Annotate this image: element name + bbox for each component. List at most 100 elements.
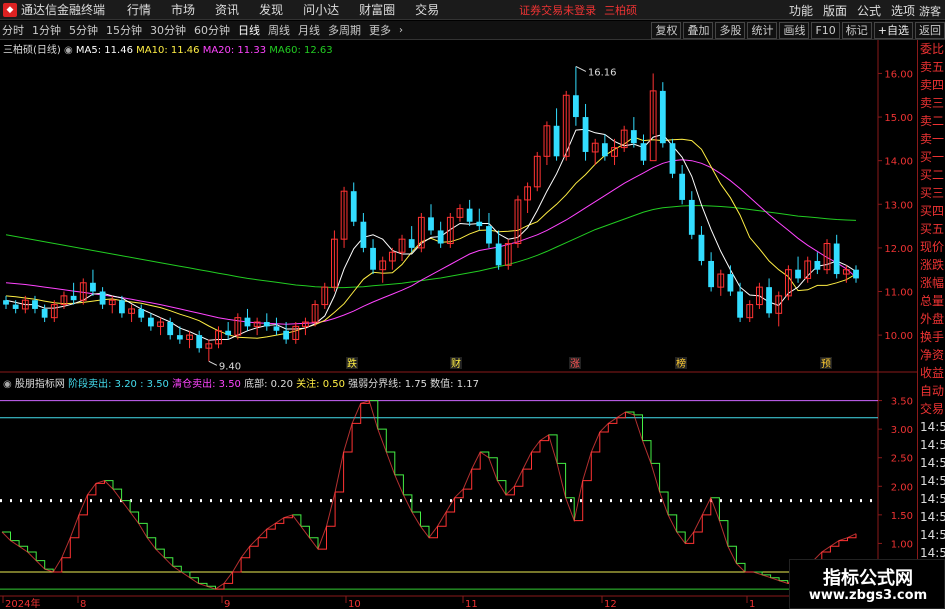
sidebar-item: 卖二 bbox=[920, 114, 945, 128]
candle-body-down bbox=[244, 317, 251, 327]
ma20-label: MA20: 11.33 bbox=[202, 45, 267, 56]
divider-line-label: 强弱分界线: 1.75 bbox=[348, 379, 427, 390]
sidebar-item: 收益 bbox=[920, 366, 945, 380]
sidebar-item: 14:56 bbox=[920, 528, 945, 542]
candle-body-down bbox=[283, 330, 290, 340]
sidebar-item: 买一 bbox=[920, 150, 945, 164]
indicator-legend: ◉ 股朋指标网 阶段卖出: 3.20 : 3.50 清仓卖出: 3.50 底部:… bbox=[3, 375, 479, 390]
candle-body-down bbox=[659, 90, 666, 144]
sidebar-item: 自动 bbox=[920, 384, 945, 398]
sidebar-item: 涨跌 bbox=[920, 258, 945, 272]
indicator-settings-icon[interactable]: ◉ bbox=[3, 379, 12, 390]
price-tick-label: 14.00 bbox=[884, 157, 913, 168]
guest-label[interactable]: 游客 bbox=[919, 3, 941, 19]
candle-body-down bbox=[437, 230, 444, 244]
sidebar-item: 卖一 bbox=[920, 132, 945, 146]
ma10-label: MA10: 11.46 bbox=[136, 45, 200, 56]
watermark: 指标公式网 www.zbgs3.com bbox=[789, 559, 945, 609]
chart-area[interactable]: 10.0011.0012.0013.0014.0015.0016.0016.16… bbox=[0, 0, 917, 609]
sidebar-item: 买三 bbox=[920, 186, 945, 200]
indicator-tick-label: 3.50 bbox=[891, 397, 913, 408]
event-marker-label: 跌 bbox=[347, 357, 357, 370]
candle-body-down bbox=[3, 300, 9, 305]
sidebar-item: 14:56 bbox=[920, 456, 945, 470]
candle-body-down bbox=[486, 226, 492, 244]
indicator-down-steps bbox=[2, 400, 789, 590]
candle-body-down bbox=[708, 260, 715, 288]
candle-body-down bbox=[853, 269, 859, 279]
main-legend: 三柏硕(日线) ◉ MA5: 11.46 MA10: 11.46 MA20: 1… bbox=[3, 41, 333, 56]
candle-body-down bbox=[669, 143, 676, 174]
candle-body-down bbox=[476, 221, 483, 227]
candle-body-down bbox=[90, 282, 96, 292]
watermark-url: www.zbgs3.com bbox=[808, 588, 928, 603]
candle-body-down bbox=[408, 239, 415, 248]
candle-body-down bbox=[176, 335, 183, 340]
time-tick-label: 12 bbox=[604, 599, 617, 609]
candle-body-down bbox=[795, 269, 801, 279]
indicator-tick-label: 2.50 bbox=[891, 454, 913, 465]
candle-body-down bbox=[350, 191, 357, 222]
candle-body-down bbox=[360, 221, 367, 248]
event-marker-label: 榜 bbox=[676, 357, 686, 370]
value-label: 数值: 1.17 bbox=[430, 379, 479, 390]
indicator-line bbox=[1, 399, 857, 590]
time-tick-label: 2024年 bbox=[5, 597, 40, 609]
candle-body-down bbox=[428, 217, 434, 231]
indicator-tick-label: 2.00 bbox=[891, 482, 913, 493]
high-annotation: 16.16 bbox=[588, 67, 617, 78]
sidebar-item: 14:56 bbox=[920, 438, 945, 452]
sidebar-item: 现价 bbox=[920, 240, 945, 254]
quote-sidebar: 委比 卖五 卖四 卖三 卖二 卖一 买一 买二 买三 买四 买五 现价 涨跌 涨幅 总量 外盘 换手 净资 收益 自动… bbox=[917, 40, 945, 609]
indicator-tick-label: 1.00 bbox=[891, 539, 913, 550]
candle-body-down bbox=[688, 199, 695, 235]
sidebar-item: 交易 bbox=[920, 402, 945, 416]
candle-body-down bbox=[572, 95, 579, 118]
indicator-tick-label: 1.50 bbox=[891, 511, 913, 522]
sidebar-item: 卖五 bbox=[920, 60, 945, 74]
candle-body-down bbox=[630, 130, 637, 144]
sidebar-item: 委比 bbox=[920, 42, 945, 56]
price-tick-label: 10.00 bbox=[884, 331, 913, 342]
ma60-label: MA60: 12.63 bbox=[269, 45, 333, 56]
low-annotation: 9.40 bbox=[219, 361, 241, 372]
time-tick-label: 1 bbox=[749, 599, 755, 609]
candle-body-down bbox=[225, 330, 232, 336]
candle-body-down bbox=[32, 300, 38, 309]
watch-label: 关注: 0.50 bbox=[296, 379, 345, 390]
low-pointer bbox=[208, 360, 218, 366]
ma5-label: MA5: 11.46 bbox=[75, 45, 133, 56]
sidebar-item: 14:56 bbox=[920, 492, 945, 506]
sidebar-item: 买五 bbox=[920, 222, 945, 236]
high-pointer bbox=[575, 66, 587, 72]
sidebar-item: 买二 bbox=[920, 168, 945, 182]
candle-body-down bbox=[99, 291, 106, 305]
candle-body-down bbox=[582, 117, 589, 152]
candle-body-down bbox=[814, 260, 821, 270]
candle-body-down bbox=[727, 274, 734, 292]
settings-icon[interactable]: ◉ bbox=[64, 45, 73, 56]
time-tick-label: 9 bbox=[224, 599, 230, 609]
bottom-label: 底部: 0.20 bbox=[244, 379, 293, 390]
sidebar-item: 买四 bbox=[920, 204, 945, 218]
price-tick-label: 16.00 bbox=[884, 69, 913, 80]
candle-body-down bbox=[698, 234, 705, 261]
sidebar-item: 换手 bbox=[920, 330, 945, 344]
sidebar-item: 涨幅 bbox=[920, 276, 945, 290]
candle-body-down bbox=[263, 322, 270, 327]
clear-sell-label: 清仓卖出: 3.50 bbox=[172, 379, 241, 390]
price-tick-label: 15.00 bbox=[884, 113, 913, 124]
sidebar-item: 卖四 bbox=[920, 78, 945, 92]
candle-body-down bbox=[679, 173, 686, 200]
candle-body-down bbox=[766, 287, 772, 314]
time-tick-label: 8 bbox=[80, 599, 86, 609]
time-tick-label: 11 bbox=[465, 599, 478, 609]
event-marker-label: 预 bbox=[821, 358, 831, 370]
candle-body-down bbox=[601, 143, 608, 157]
candle-body-down bbox=[833, 243, 840, 275]
tool-back[interactable]: 返回 bbox=[915, 22, 945, 39]
ma20-line bbox=[5, 159, 857, 325]
sidebar-item: 卖三 bbox=[920, 96, 945, 110]
price-tick-label: 12.00 bbox=[884, 244, 913, 255]
sidebar-item: 14:56 bbox=[920, 474, 945, 488]
